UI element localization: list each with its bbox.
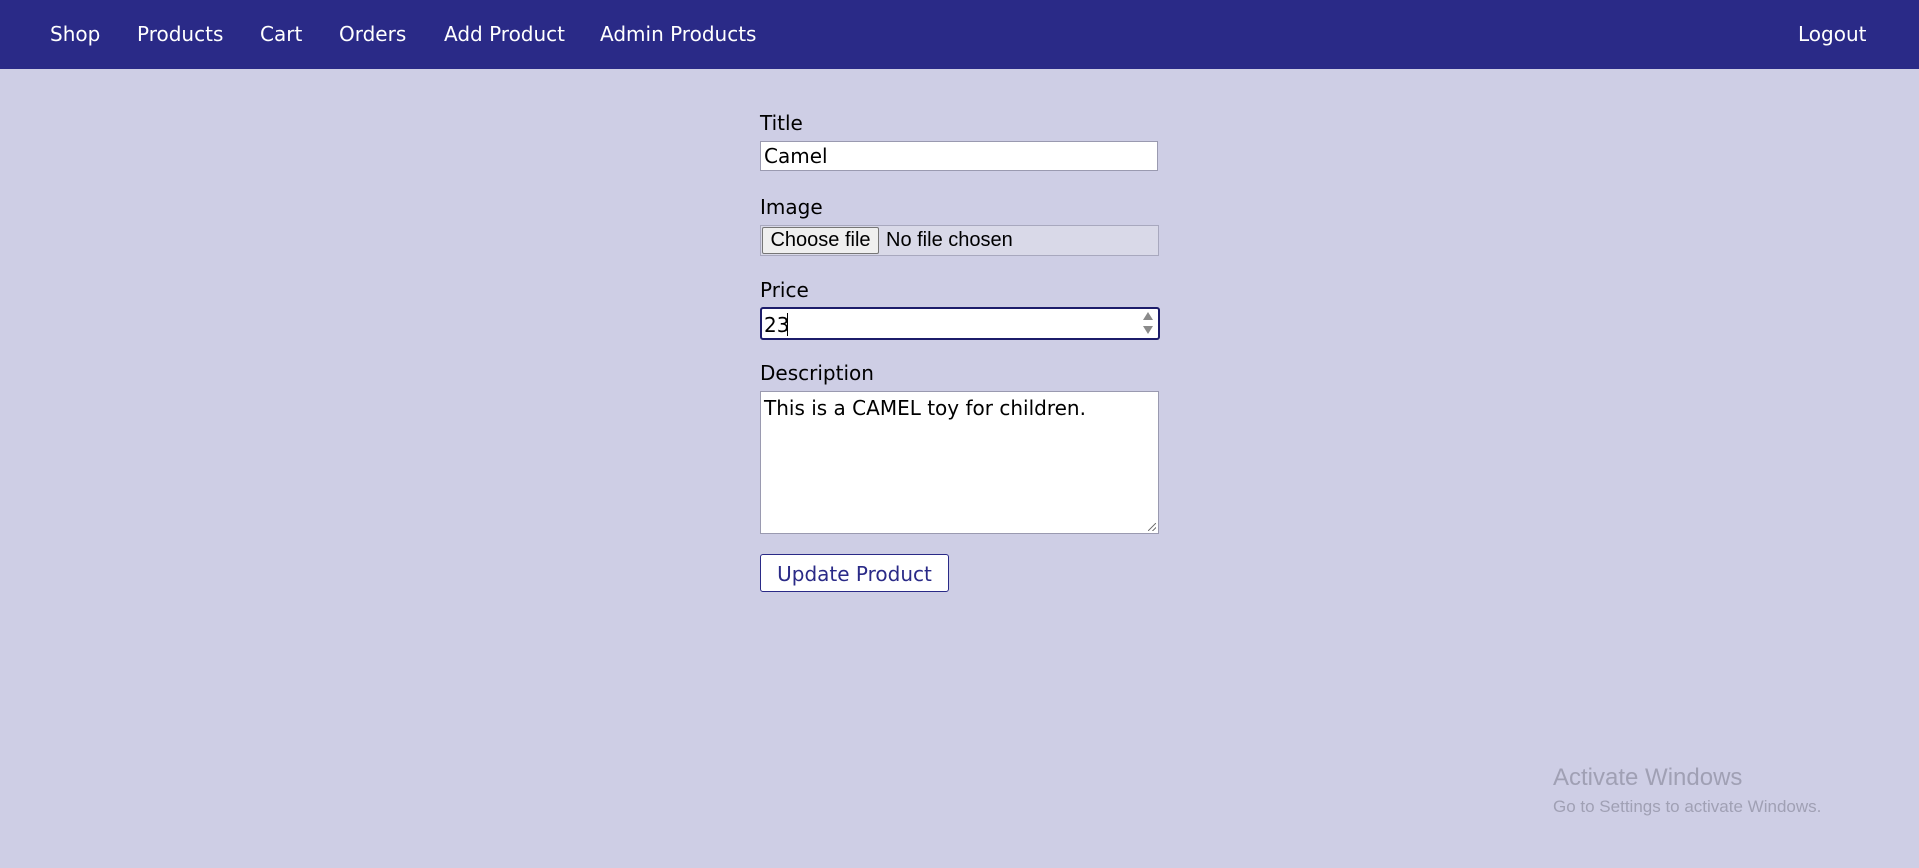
logout-link[interactable]: Logout <box>1798 22 1866 46</box>
title-label: Title <box>760 111 803 135</box>
resize-handle-icon[interactable] <box>1148 523 1156 531</box>
spin-down-icon[interactable] <box>1143 326 1153 334</box>
nav-item-products[interactable]: Products <box>137 22 223 46</box>
activation-watermark-title: Activate Windows <box>1553 764 1743 791</box>
text-cursor <box>787 313 788 336</box>
price-input[interactable]: 23 <box>760 307 1160 340</box>
update-product-button[interactable]: Update Product <box>760 554 949 592</box>
image-label: Image <box>760 195 823 219</box>
main-header: Shop Products Cart Orders Add Product Ad… <box>0 0 1919 69</box>
nav-item-cart[interactable]: Cart <box>260 22 302 46</box>
nav-item-orders[interactable]: Orders <box>339 22 406 46</box>
price-label: Price <box>760 278 809 302</box>
price-value: 23 <box>764 313 790 337</box>
choose-file-button[interactable]: Choose file <box>762 227 879 254</box>
file-status-text: No file chosen <box>886 229 1013 251</box>
spin-up-icon[interactable] <box>1143 312 1153 320</box>
nav-item-shop[interactable]: Shop <box>50 22 100 46</box>
nav-item-add-product[interactable]: Add Product <box>444 22 565 46</box>
image-file-input[interactable]: Choose file No file chosen <box>760 225 1159 256</box>
activation-watermark-subtitle: Go to Settings to activate Windows. <box>1553 797 1822 816</box>
description-textarea[interactable]: This is a CAMEL toy for children. <box>760 391 1159 534</box>
description-label: Description <box>760 361 874 385</box>
nav-item-admin-products[interactable]: Admin Products <box>600 22 756 46</box>
title-input[interactable] <box>760 141 1158 171</box>
description-value: This is a CAMEL toy for children. <box>764 396 1086 420</box>
